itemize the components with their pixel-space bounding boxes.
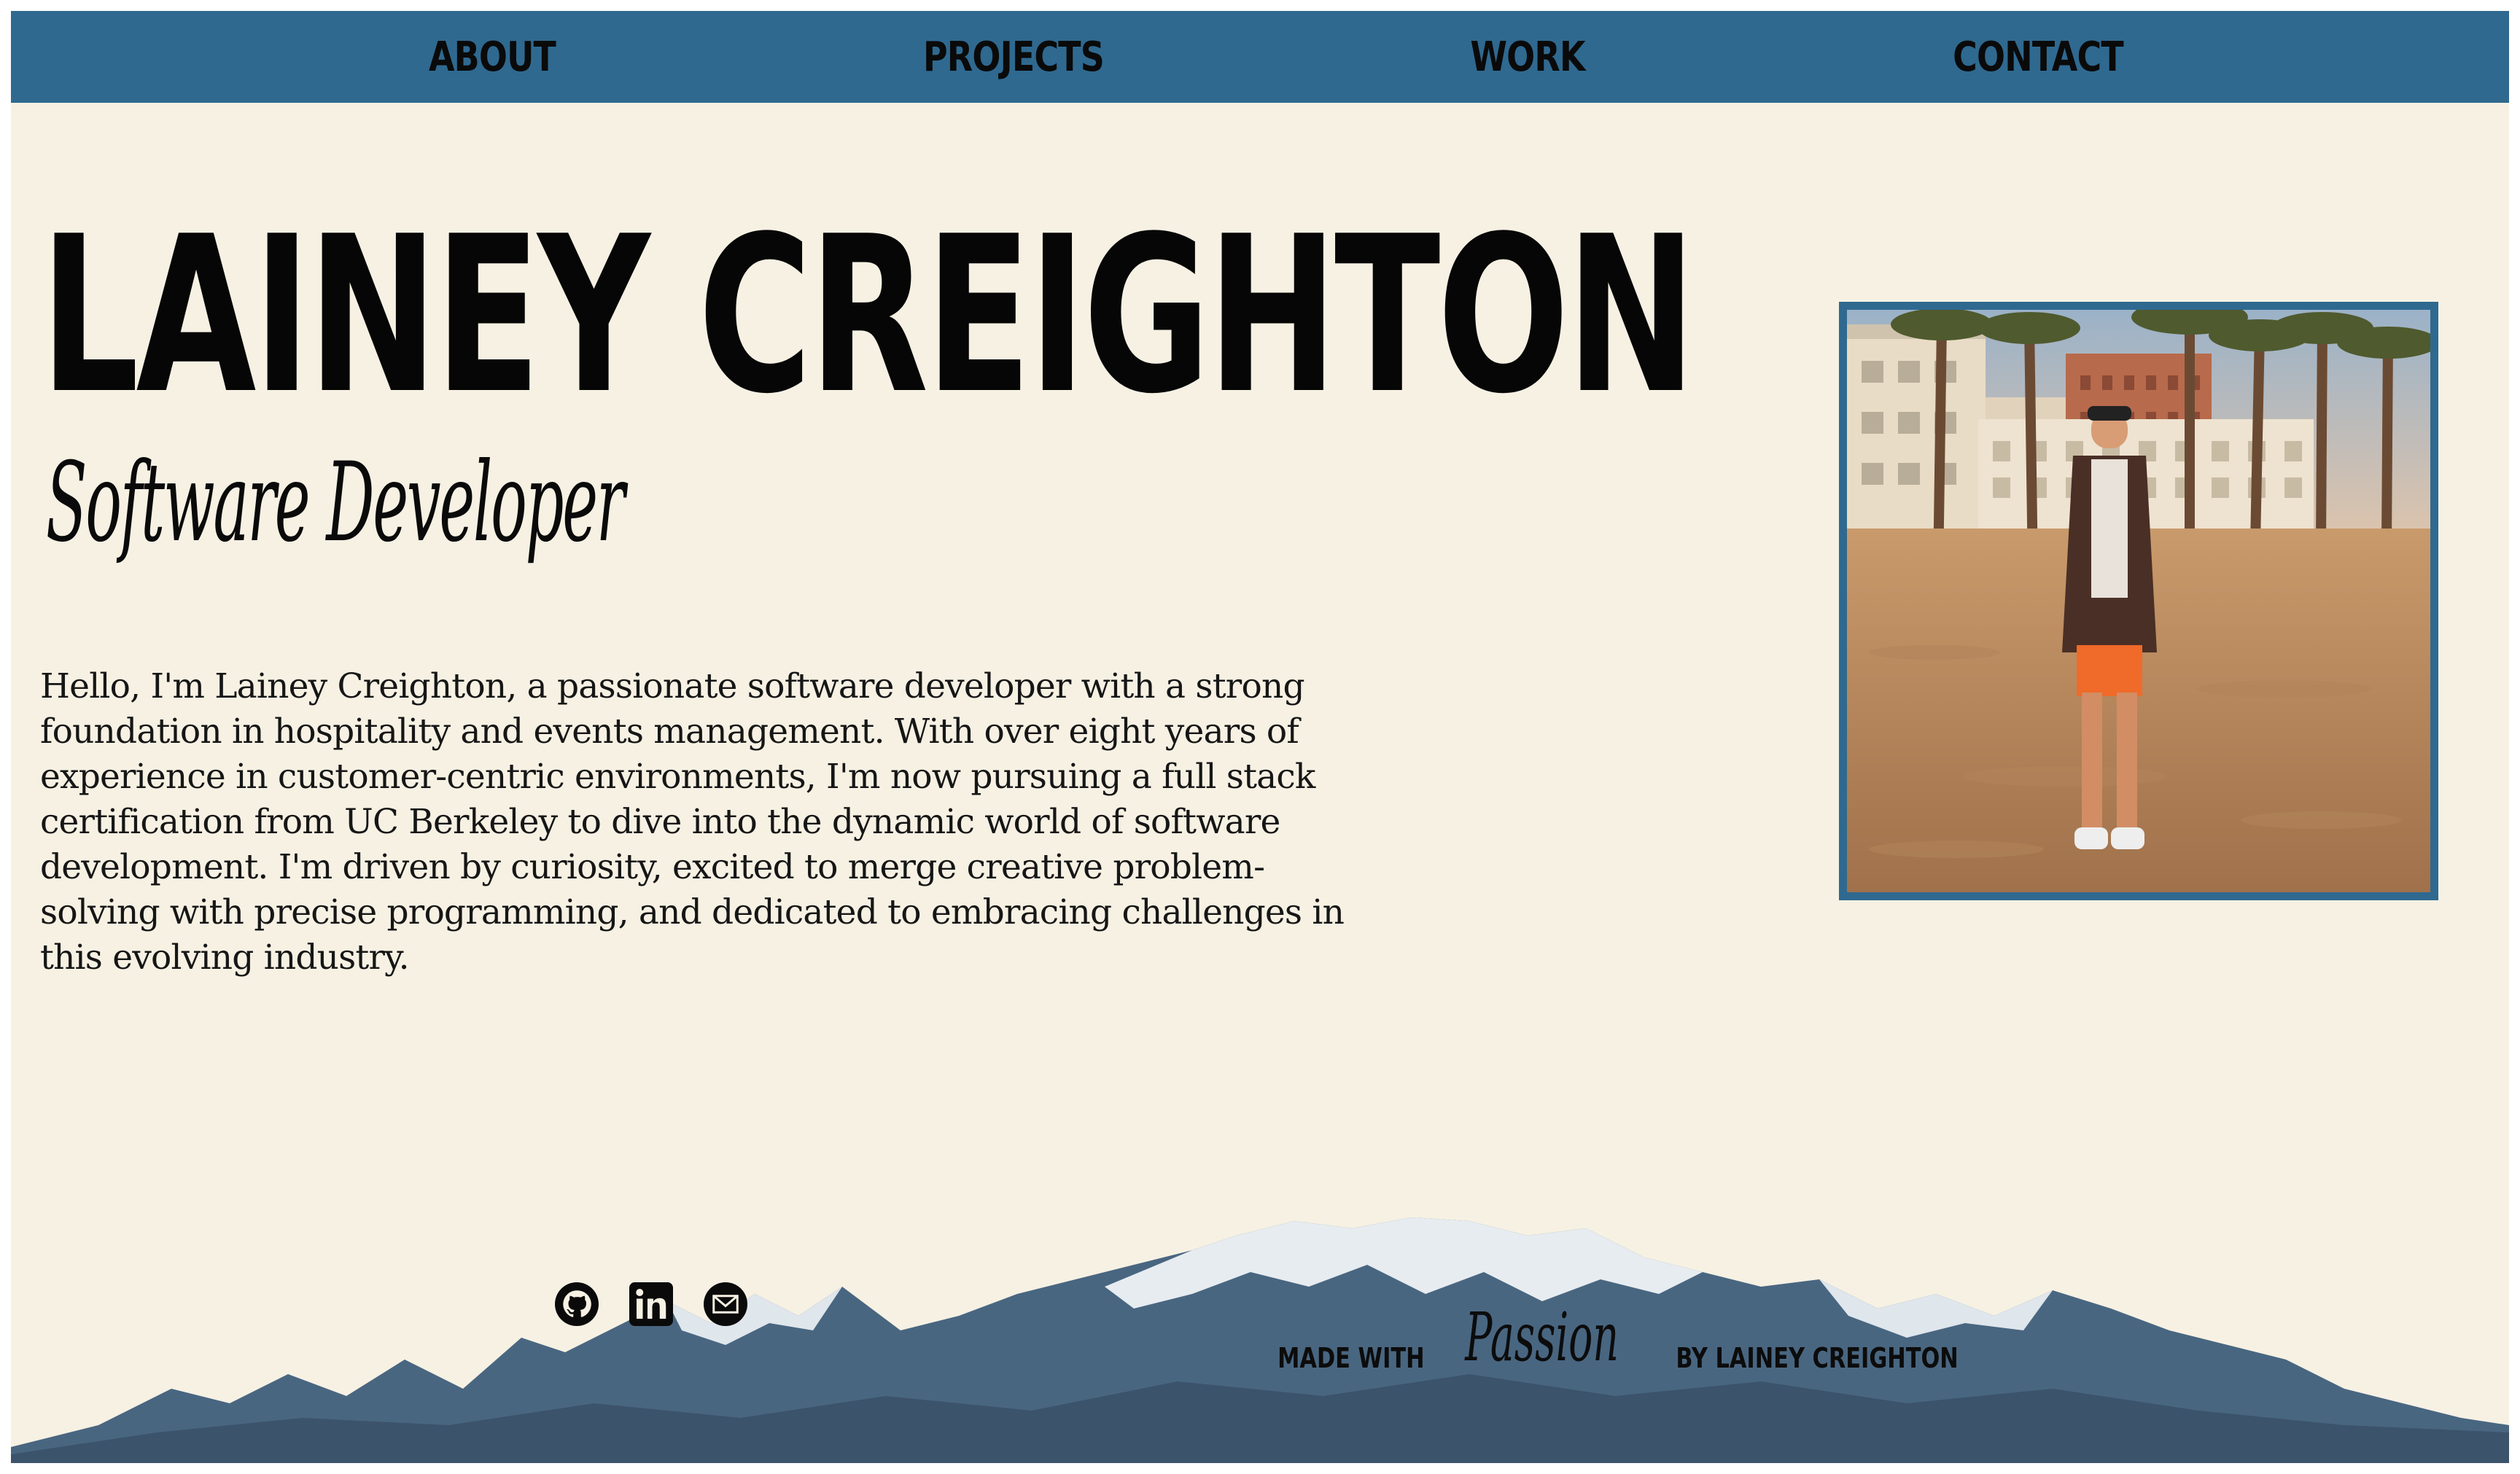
credit-prefix: MADE WITH	[1278, 1342, 1425, 1374]
footer-credit: MADE WITH Passion BY LAINEY CREIGHTON	[1259, 1298, 1994, 1376]
nav-about[interactable]: ABOUT	[429, 11, 556, 103]
nav-projects[interactable]: PROJECTS	[923, 11, 1105, 103]
beach-photo	[1847, 310, 2430, 892]
page: ABOUT PROJECTS WORK CONTACT LAINEY CREIG…	[11, 11, 2509, 1463]
credit-script: Passion	[1464, 1298, 1619, 1376]
social-links	[555, 1282, 747, 1326]
linkedin-icon[interactable]	[629, 1282, 673, 1326]
email-icon[interactable]	[704, 1282, 747, 1326]
top-nav: ABOUT PROJECTS WORK CONTACT	[11, 11, 2509, 103]
nav-work[interactable]: WORK	[1468, 11, 1587, 103]
github-icon[interactable]	[555, 1282, 599, 1326]
hero-name: LAINEY CREIGHTON	[40, 190, 1696, 441]
hero-bio: Hello, I'm Lainey Creighton, a passionat…	[40, 666, 1345, 978]
nav-contact[interactable]: CONTACT	[1953, 11, 2124, 103]
hero-role: Software Developer	[46, 440, 625, 566]
credit-suffix: BY LAINEY CREIGHTON	[1676, 1342, 1959, 1374]
profile-photo	[1839, 302, 2438, 900]
